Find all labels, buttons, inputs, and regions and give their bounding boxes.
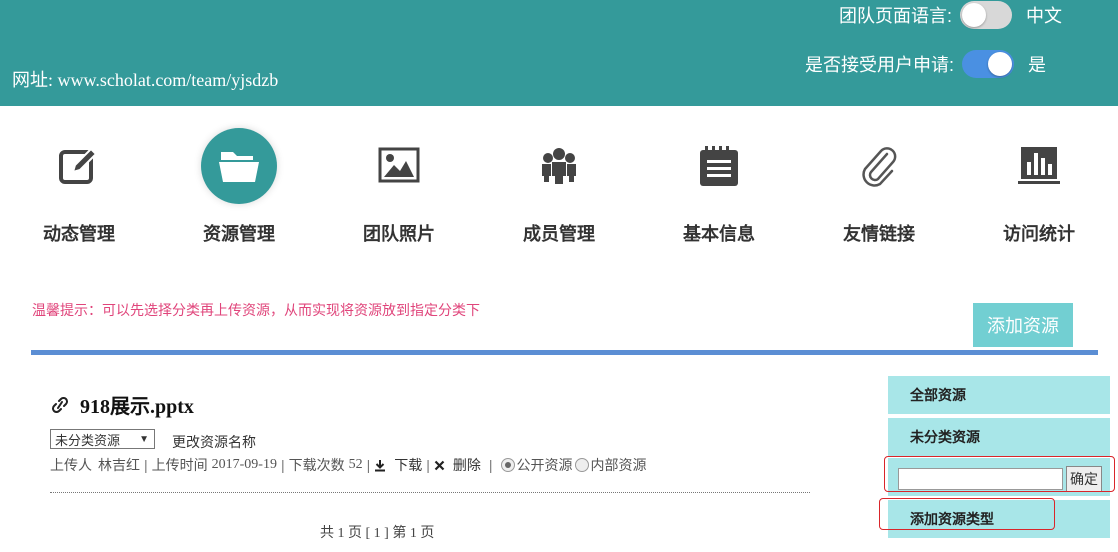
paperclip-icon (841, 128, 917, 204)
image-icon (361, 128, 437, 204)
nav-label: 访问统计 (1003, 224, 1075, 244)
public-label: 公开资源 (516, 457, 573, 473)
radio-dot (574, 458, 589, 472)
apply-toggle[interactable] (962, 50, 1014, 78)
upload-time: 2017-09-19 (211, 457, 277, 472)
language-toggle[interactable] (960, 1, 1012, 29)
uploader-name: 林吉红 (98, 457, 140, 473)
bar-chart-icon (1001, 128, 1077, 204)
notepad-icon (681, 128, 757, 204)
rename-resource-link[interactable]: 更改资源名称 (172, 432, 256, 452)
separator: | (426, 457, 430, 473)
nav-label: 资源管理 (203, 224, 275, 244)
add-resource-button[interactable]: 添加资源 (973, 303, 1073, 347)
separator: | (488, 457, 493, 473)
internal-radio[interactable]: 内部资源 (574, 455, 647, 475)
uploader-label: 上传人 (50, 457, 92, 473)
nav-item-links[interactable]: 友情链接 (819, 128, 939, 246)
download-label: 下载 (394, 457, 423, 473)
dotted-divider (50, 492, 810, 493)
apply-value: 是 (1028, 55, 1046, 75)
group-icon (521, 128, 597, 204)
highlight-box (884, 456, 1115, 492)
nav-item-resources[interactable]: 资源管理 (179, 128, 299, 246)
delete-link[interactable]: 删除 (434, 455, 481, 475)
download-count: 52 (348, 457, 363, 472)
separator: | (280, 457, 285, 473)
language-value: 中文 (1026, 6, 1062, 26)
radio-dot (500, 458, 515, 472)
category-select[interactable]: 未分类资源 ▼ (50, 429, 155, 449)
resource-title-link[interactable]: 918展示.pptx (50, 390, 194, 419)
separator: | (366, 457, 371, 473)
apply-setting: 是否接受用户申请: 是 (804, 50, 1046, 78)
separator: | (144, 457, 148, 473)
link-icon (51, 396, 69, 413)
resource-meta: 上传人 林吉红 | 上传时间 2017-09-19 | 下载次数 52 | 下载… (50, 455, 647, 475)
language-setting: 团队页面语言: 中文 (838, 1, 1062, 29)
dropdown-arrow-icon: ▼ (139, 433, 149, 445)
resource-title: 918展示.pptx (80, 396, 194, 418)
nav-label: 友情链接 (843, 224, 915, 244)
nav-item-basic-info[interactable]: 基本信息 (659, 128, 779, 246)
download-icon (375, 459, 386, 471)
public-radio[interactable]: 公开资源 (500, 455, 573, 475)
highlight-box (879, 498, 1055, 530)
nav-item-members[interactable]: 成员管理 (499, 128, 619, 246)
pagination: 共 1 页 [ 1 ] 第 1 页 (320, 526, 435, 541)
sidebar-item-uncategorized[interactable]: 未分类资源 (888, 418, 1110, 456)
nav-item-photos[interactable]: 团队照片 (339, 128, 459, 246)
toggle-knob (988, 52, 1012, 76)
nav-label: 成员管理 (523, 224, 595, 244)
nav-label: 基本信息 (683, 224, 755, 244)
team-url: 网址: www.scholat.com/team/yjsdzb (12, 70, 279, 90)
toggle-knob (962, 3, 986, 27)
close-icon (434, 460, 445, 470)
category-selected-value: 未分类资源 (55, 432, 121, 448)
nav-item-stats[interactable]: 访问统计 (979, 128, 1099, 246)
upload-time-label: 上传时间 (151, 457, 208, 473)
downloads-label: 下载次数 (288, 457, 345, 473)
apply-label: 是否接受用户申请: (804, 55, 954, 75)
download-link[interactable]: 下载 (374, 455, 422, 475)
management-nav: 动态管理 资源管理 团队照片 成员管理 基本信息 友情链接 访问统计 (0, 128, 1118, 248)
delete-label: 删除 (452, 457, 481, 473)
folder-open-icon (201, 128, 277, 204)
internal-label: 内部资源 (590, 457, 647, 473)
nav-item-dynamics[interactable]: 动态管理 (19, 128, 139, 246)
nav-label: 动态管理 (43, 224, 115, 244)
upload-tip: 温馨提示：可以先选择分类再上传资源，从而实现将资源放到指定分类下 (32, 302, 480, 318)
team-header: 团队页面语言: 中文 是否接受用户申请: 是 网址: www.scholat.c… (0, 0, 1118, 106)
language-label: 团队页面语言: (838, 6, 952, 26)
edit-icon (41, 128, 117, 204)
sidebar-item-all-resources[interactable]: 全部资源 (888, 376, 1110, 414)
nav-label: 团队照片 (363, 224, 435, 244)
divider (31, 350, 1098, 355)
